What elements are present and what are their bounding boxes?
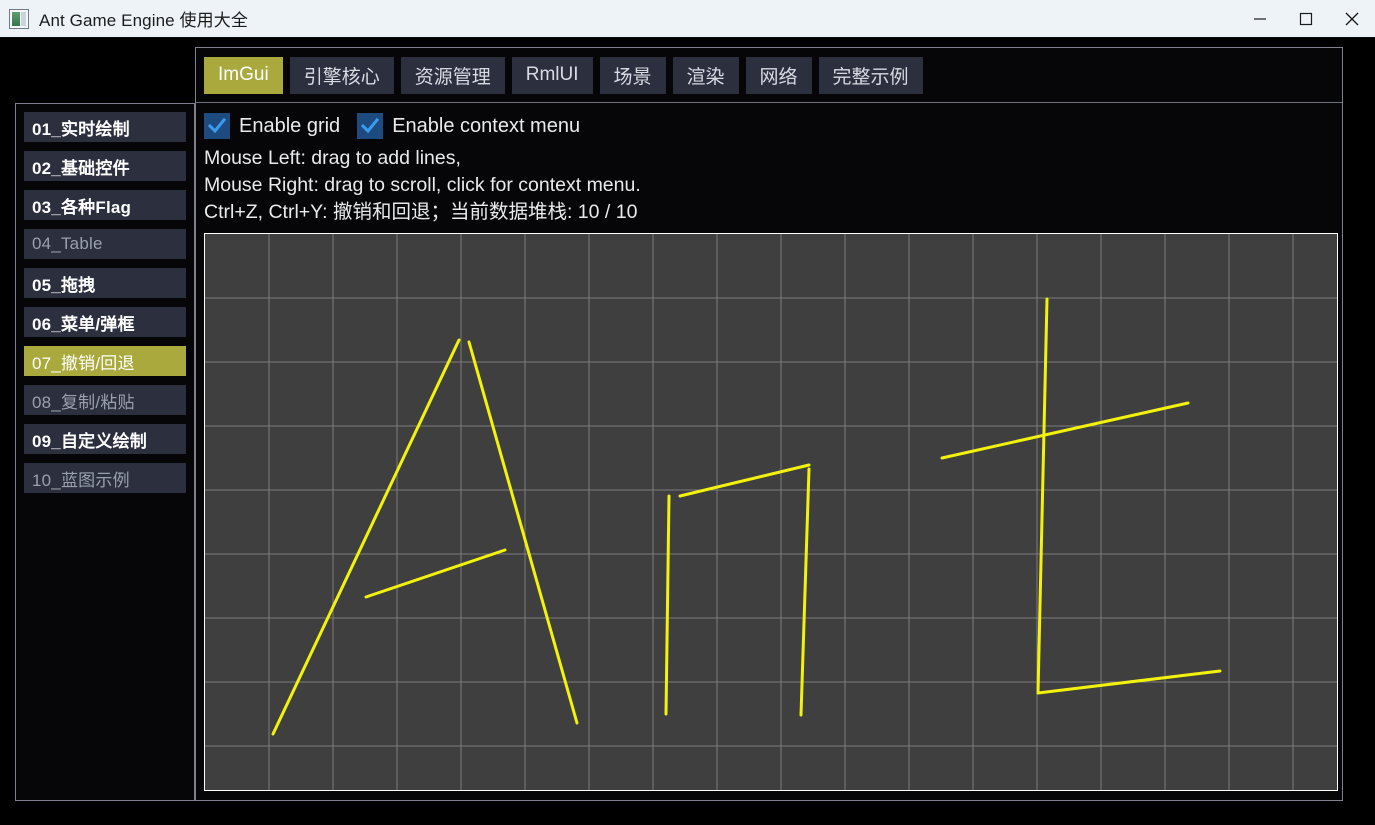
sidebar: 01_实时绘制 02_基础控件 03_各种Flag 04_Table 05_拖拽… xyxy=(15,103,195,801)
enable-grid-checkbox[interactable] xyxy=(204,113,230,139)
app-icon xyxy=(9,8,29,29)
sidebar-item-08[interactable]: 08_复制/粘贴 xyxy=(24,385,186,415)
window-title: Ant Game Engine 使用大全 xyxy=(39,11,248,30)
sidebar-item-label: 05_拖拽 xyxy=(32,275,96,295)
tab-fullexample[interactable]: 完整示例 xyxy=(818,56,923,94)
sidebar-item-03[interactable]: 03_各种Flag xyxy=(24,190,186,220)
panel-content: Enable grid Enable context menu Mouse Le… xyxy=(196,103,1342,791)
main-panel: ImGui 引擎核心 资源管理 RmlUI 场景 渲染 网络 完整示例 Enab… xyxy=(195,47,1343,801)
sidebar-item-07[interactable]: 07_撤销/回退 xyxy=(24,346,186,376)
tab-render[interactable]: 渲染 xyxy=(672,56,739,94)
enable-context-menu-checkbox[interactable] xyxy=(357,113,384,139)
shape3-long-vertical xyxy=(1036,297,1049,695)
tab-label: 引擎核心 xyxy=(303,66,380,88)
tab-resource[interactable]: 资源管理 xyxy=(400,56,505,94)
letter-a-crossbar xyxy=(364,548,507,599)
shape2-right-vertical xyxy=(799,467,811,717)
close-icon[interactable] xyxy=(1329,0,1375,38)
tab-network[interactable]: 网络 xyxy=(745,56,812,94)
maximize-icon[interactable] xyxy=(1283,0,1329,38)
enable-context-menu-label: Enable context menu xyxy=(392,114,581,137)
tab-imgui[interactable]: ImGui xyxy=(204,56,283,94)
tab-bar: ImGui 引擎核心 资源管理 RmlUI 场景 渲染 网络 完整示例 xyxy=(196,48,1342,103)
hint-mouse-right: Mouse Right: drag to scroll, click for c… xyxy=(204,174,641,196)
minimize-icon[interactable] xyxy=(1237,0,1283,38)
tab-label: 渲染 xyxy=(686,66,725,88)
sidebar-item-label: 04_Table xyxy=(32,234,103,253)
sidebar-item-02[interactable]: 02_基础控件 xyxy=(24,151,186,181)
tab-engine[interactable]: 引擎核心 xyxy=(289,56,394,94)
sidebar-item-label: 06_菜单/弹框 xyxy=(32,314,135,334)
sidebar-item-05[interactable]: 05_拖拽 xyxy=(24,268,186,298)
sidebar-item-label: 09_自定义绘制 xyxy=(32,431,147,451)
shape2-left-vertical xyxy=(664,494,671,716)
sidebar-item-09[interactable]: 09_自定义绘制 xyxy=(24,424,186,454)
window-controls xyxy=(1237,0,1375,38)
letter-a-right-stroke xyxy=(467,340,579,725)
sidebar-item-06[interactable]: 06_菜单/弹框 xyxy=(24,307,186,337)
application-window: Ant Game Engine 使用大全 01_实时绘制 02_基础控件 03_… xyxy=(0,0,1375,825)
canvas-svg xyxy=(205,234,1337,790)
sidebar-item-label: 10_蓝图示例 xyxy=(32,470,130,490)
drawing-canvas[interactable] xyxy=(204,233,1338,791)
sidebar-item-10[interactable]: 10_蓝图示例 xyxy=(24,463,186,493)
tab-scene[interactable]: 场景 xyxy=(599,56,666,94)
tab-label: RmlUI xyxy=(525,64,579,85)
hint-mouse-left: Mouse Left: drag to add lines, xyxy=(204,147,461,169)
sidebar-item-04[interactable]: 04_Table xyxy=(24,229,186,259)
letter-a-left-stroke xyxy=(271,338,461,736)
shape2-top-diagonal xyxy=(678,463,811,498)
enable-grid-label: Enable grid xyxy=(239,114,341,137)
tab-label: 场景 xyxy=(613,66,652,88)
canvas-grid xyxy=(205,234,1337,790)
sidebar-item-label: 08_复制/粘贴 xyxy=(32,392,135,412)
hint-undo-redo: Ctrl+Z, Ctrl+Y: 撤销和回退；当前数据堆栈: 10 / 10 xyxy=(204,201,638,223)
workspace: 01_实时绘制 02_基础控件 03_各种Flag 04_Table 05_拖拽… xyxy=(0,38,1375,825)
checkbox-row: Enable grid Enable context menu xyxy=(204,112,1334,140)
tab-label: 网络 xyxy=(759,66,798,88)
tab-label: 完整示例 xyxy=(832,66,909,88)
sidebar-item-label: 07_撤销/回退 xyxy=(32,353,135,373)
tab-label: ImGui xyxy=(218,64,269,85)
sidebar-item-label: 03_各种Flag xyxy=(32,197,132,217)
sidebar-item-01[interactable]: 01_实时绘制 xyxy=(24,112,186,142)
sidebar-item-label: 02_基础控件 xyxy=(32,158,130,178)
tab-rmlui[interactable]: RmlUI xyxy=(511,56,593,94)
shape3-crossbar xyxy=(940,401,1190,460)
sidebar-item-label: 01_实时绘制 xyxy=(32,119,130,139)
title-bar: Ant Game Engine 使用大全 xyxy=(0,0,1375,38)
canvas-strokes xyxy=(271,297,1222,736)
tab-label: 资源管理 xyxy=(414,66,491,88)
